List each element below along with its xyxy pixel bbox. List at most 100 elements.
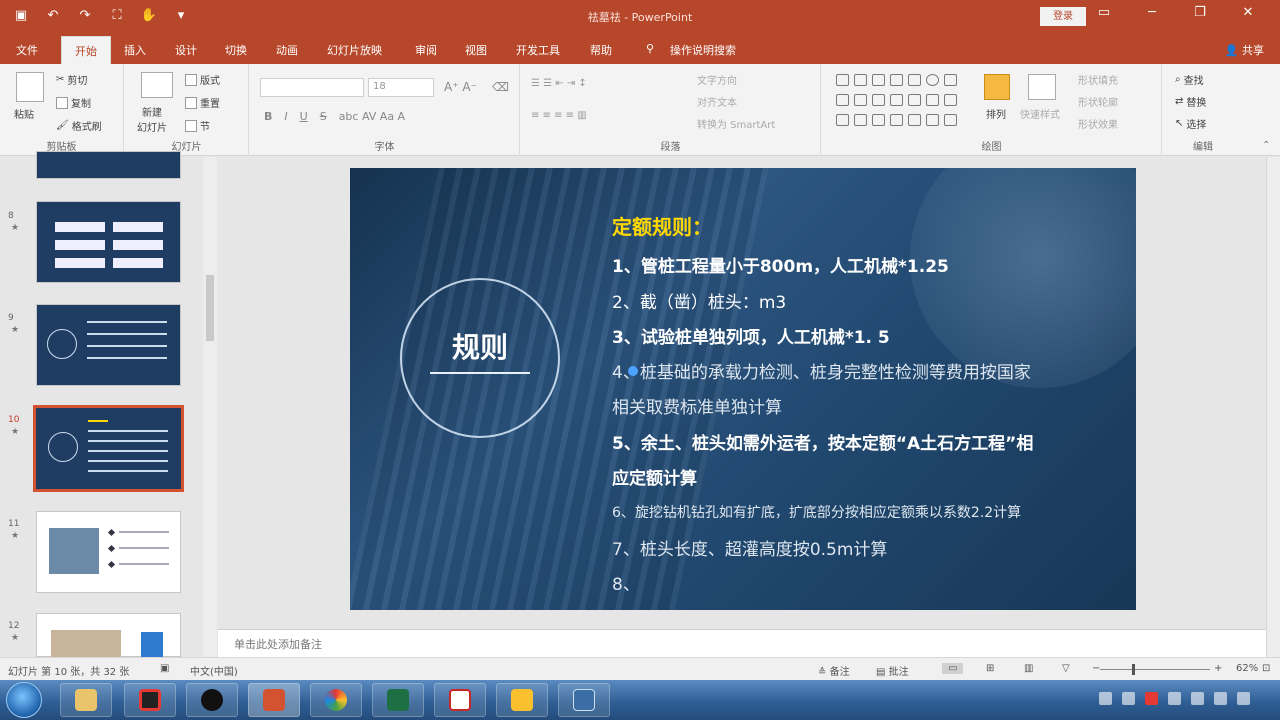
start-button-icon[interactable]	[6, 682, 42, 718]
taskbar-app[interactable]	[434, 683, 486, 717]
rule-line-2[interactable]: 2、截（凿）桩头：m3	[612, 288, 786, 313]
paste-button[interactable]: 粘贴	[14, 106, 34, 121]
layout-button[interactable]: 版式	[185, 72, 220, 87]
align-icons[interactable]: ≡ ≡ ≡ ≡ ▥	[531, 110, 587, 121]
notes-toggle-button[interactable]: ≙ 备注	[818, 663, 850, 678]
list-icons[interactable]: ☰ ☰ ⇤ ⇥ ↕	[531, 78, 587, 89]
slide-sorter-icon[interactable]: ⊞	[986, 663, 994, 674]
ribbon-display-options-icon[interactable]: ▭	[1080, 5, 1128, 20]
zoom-slider-thumb[interactable]	[1132, 664, 1135, 675]
fit-slide-icon[interactable]: ⊡	[1262, 663, 1270, 674]
tab-design[interactable]: 设计	[175, 42, 197, 58]
slide-thumbnail[interactable]	[36, 151, 181, 179]
font-size-box[interactable]: 18	[368, 78, 434, 97]
slide-thumbnail[interactable]	[36, 613, 181, 658]
copy-button[interactable]: 复制	[56, 95, 91, 110]
rule-line-5[interactable]: 5、余土、桩头如需外运者，按本定额“A土石方工程”相	[612, 429, 1033, 454]
scrollbar-thumb[interactable]	[206, 275, 214, 341]
quick-styles-icon[interactable]	[1028, 74, 1056, 100]
close-icon[interactable]: ✕	[1224, 5, 1272, 20]
slideshow-view-icon[interactable]: ▽	[1062, 663, 1070, 674]
zoom-in-icon[interactable]: +	[1214, 663, 1222, 674]
tab-help[interactable]: 帮助	[590, 42, 612, 58]
tab-insert[interactable]: 插入	[124, 42, 146, 58]
taskbar-audio[interactable]	[558, 683, 610, 717]
reset-button[interactable]: 重置	[185, 95, 220, 110]
notes-placeholder[interactable]: 单击此处添加备注	[234, 636, 322, 652]
normal-view-icon[interactable]: ▭	[942, 663, 964, 674]
slide-thumbnail-selected[interactable]	[33, 405, 184, 492]
new-slide-icon[interactable]	[141, 72, 173, 98]
replace-button[interactable]: ⇄ 替换	[1175, 94, 1206, 109]
arrange-icon[interactable]	[984, 74, 1010, 100]
section-button[interactable]: 节	[185, 118, 210, 133]
spellcheck-icon[interactable]: ▣	[160, 663, 169, 674]
tab-developer[interactable]: 开发工具	[516, 42, 560, 58]
tab-slideshow[interactable]: 幻灯片放映	[327, 42, 382, 58]
tray-icon[interactable]	[1237, 692, 1250, 705]
tray-icon[interactable]	[1145, 692, 1158, 705]
quick-styles-button[interactable]: 快速样式	[1020, 106, 1060, 121]
clear-format-icon[interactable]: ⌫	[492, 80, 509, 94]
tab-home[interactable]: 开始	[61, 36, 111, 64]
shape-effects-button[interactable]: 形状效果	[1078, 116, 1118, 131]
font-style-icons[interactable]: B I U S abc AV Aa A	[264, 110, 405, 123]
taskbar-explorer[interactable]	[60, 683, 112, 717]
shape-fill-button[interactable]: 形状填充	[1078, 72, 1118, 87]
rule-line-5-cont[interactable]: 应定额计算	[612, 464, 697, 489]
zoom-slider-track[interactable]	[1100, 669, 1210, 670]
slide-heading[interactable]: 定额规则：	[612, 211, 712, 240]
tray-icon[interactable]	[1099, 692, 1112, 705]
tray-icon[interactable]	[1168, 692, 1181, 705]
slide-thumbnail[interactable]	[36, 511, 181, 593]
cut-button[interactable]: ✂ 剪切	[56, 72, 87, 87]
paste-icon[interactable]	[16, 72, 44, 102]
restore-icon[interactable]: ❐	[1176, 5, 1224, 20]
font-grow-shrink-icons[interactable]: A⁺ A⁻	[444, 80, 477, 94]
language-indicator[interactable]: 中文(中国)	[190, 663, 238, 678]
taskbar-recorder[interactable]	[124, 683, 176, 717]
rule-line-8[interactable]: 8、	[612, 570, 640, 595]
rule-line-7[interactable]: 7、桩头长度、超灌高度按0.5m计算	[612, 535, 887, 560]
rule-line-6[interactable]: 6、旋挖钻机钻孔如有扩底，扩底部分按相应定额乘以系数2.2计算	[612, 502, 1021, 522]
taskbar-qq[interactable]	[186, 683, 238, 717]
notes-pane[interactable]: 单击此处添加备注	[218, 629, 1266, 657]
taskbar-browser[interactable]	[310, 683, 362, 717]
network-icon[interactable]	[1191, 692, 1204, 705]
taskbar-excel[interactable]	[372, 683, 424, 717]
rule-line-4[interactable]: 4、桩基础的承载力检测、桩身完整性检测等费用按国家	[612, 358, 1031, 383]
tell-me-search[interactable]: 操作说明搜索	[670, 42, 736, 58]
tab-transitions[interactable]: 切换	[225, 42, 247, 58]
tab-view[interactable]: 视图	[465, 42, 487, 58]
rule-line-1[interactable]: 1、管桩工程量小于800m，人工机械*1.25	[612, 252, 949, 277]
slide-thumbnail[interactable]	[36, 304, 181, 386]
taskbar-help[interactable]	[496, 683, 548, 717]
editor-scrollbar[interactable]	[1266, 157, 1280, 657]
shape-outline-button[interactable]: 形状轮廓	[1078, 94, 1118, 109]
rule-line-4-cont[interactable]: 相关取费标准单独计算	[612, 393, 782, 418]
current-slide[interactable]: 规则 定额规则： 1、管桩工程量小于800m，人工机械*1.25 2、截（凿）桩…	[350, 168, 1136, 610]
thumbnail-scrollbar[interactable]	[203, 157, 217, 657]
new-slide-button[interactable]: 新建 幻灯片	[137, 104, 167, 134]
volume-icon[interactable]	[1214, 692, 1227, 705]
select-button[interactable]: ↖ 选择	[1175, 116, 1206, 131]
circle-title[interactable]: 规则	[400, 326, 560, 366]
find-button[interactable]: ⌕ 查找	[1175, 72, 1204, 87]
reading-view-icon[interactable]: ▥	[1024, 663, 1033, 674]
format-painter-button[interactable]: 🖌 格式刷	[56, 118, 102, 133]
rule-line-3[interactable]: 3、试验桩单独列项，人工机械*1. 5	[612, 323, 890, 348]
arrange-button[interactable]: 排列	[986, 106, 1006, 121]
tab-animations[interactable]: 动画	[276, 42, 298, 58]
collapse-ribbon-icon[interactable]: ⌃	[1262, 140, 1270, 151]
tray-icon[interactable]	[1122, 692, 1135, 705]
font-name-box[interactable]	[260, 78, 364, 97]
share-button[interactable]: 👤 共享	[1225, 42, 1264, 58]
text-direction-button[interactable]: 文字方向	[697, 72, 737, 87]
smartart-button[interactable]: 转换为 SmartArt	[697, 116, 775, 131]
align-text-button[interactable]: 对齐文本	[697, 94, 737, 109]
tab-review[interactable]: 审阅	[415, 42, 437, 58]
tab-file[interactable]: 文件	[16, 42, 38, 58]
minimize-icon[interactable]: ─	[1128, 5, 1176, 20]
taskbar-powerpoint[interactable]	[248, 683, 300, 717]
zoom-level[interactable]: 62%	[1236, 663, 1258, 674]
